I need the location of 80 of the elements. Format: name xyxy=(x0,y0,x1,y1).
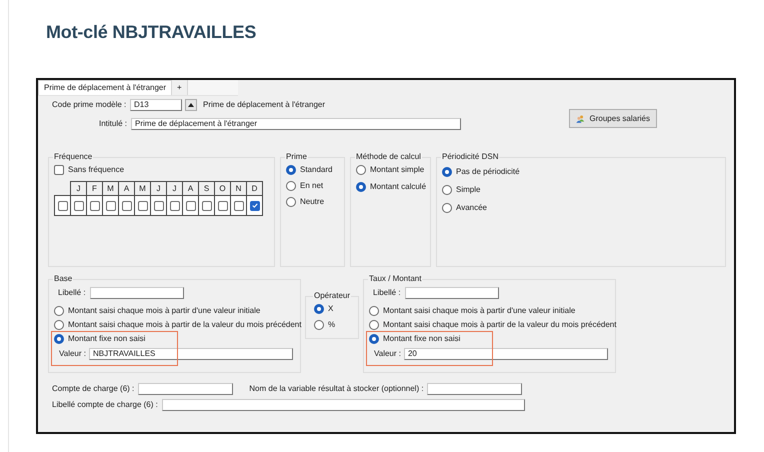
field-label: Intitulé : xyxy=(98,118,128,128)
group-title: Taux / Montant xyxy=(368,274,422,284)
title-field[interactable]: Prime de déplacement à l'étranger xyxy=(131,118,461,130)
radio-label: Montant fixe non saisi xyxy=(383,334,460,344)
field-label: Compte de charge (6) : xyxy=(52,384,134,394)
account-field[interactable] xyxy=(138,382,234,394)
code-description: Prime de déplacement à l'étranger xyxy=(203,100,326,110)
radio-button[interactable] xyxy=(356,182,366,192)
checkbox[interactable] xyxy=(202,200,212,210)
field-label: Libellé : xyxy=(372,288,402,298)
checkbox[interactable] xyxy=(122,200,132,210)
radio-button[interactable] xyxy=(286,181,296,191)
checkbox[interactable] xyxy=(218,200,228,210)
groups-button[interactable]: Groupes salariés xyxy=(569,109,657,128)
checkbox-label: Sans fréquence xyxy=(68,165,124,175)
radio-label: Pas de périodicité xyxy=(456,167,520,177)
radio-label: Avancée xyxy=(456,203,487,213)
radio-button[interactable] xyxy=(286,165,296,175)
radio-button[interactable] xyxy=(369,320,379,330)
radio-button[interactable] xyxy=(54,306,64,316)
radio-label: Montant saisi chaque mois à partir d'une valeur initiale xyxy=(383,306,576,316)
radio-label: Montant fixe non saisi xyxy=(68,334,146,344)
radio-label: Neutre xyxy=(300,197,324,207)
value-field[interactable]: 20 xyxy=(404,348,608,360)
group-title: Prime xyxy=(285,152,308,162)
radio-label: Montant saisi chaque mois à partir de la valeur du mois précédent xyxy=(68,320,302,330)
radio-label: Montant saisi chaque mois à partir d'une valeur initiale xyxy=(68,306,260,316)
group-title: Base xyxy=(53,274,74,284)
field-label: Libellé : xyxy=(57,288,87,298)
tab[interactable]: Prime de déplacement à l'étranger xyxy=(38,80,172,95)
checkbox[interactable] xyxy=(106,200,116,210)
label-field[interactable] xyxy=(90,286,184,298)
users-icon xyxy=(576,112,585,124)
radio-label: % xyxy=(328,320,336,330)
radio-button[interactable] xyxy=(442,167,452,177)
spin-button[interactable] xyxy=(185,98,197,110)
radio-button[interactable] xyxy=(314,320,324,330)
group-title: Périodicité DSN xyxy=(441,152,500,162)
tab[interactable]: + xyxy=(172,80,188,95)
field-label: Valeur : xyxy=(373,348,402,358)
group-title: Opérateur xyxy=(313,291,352,301)
field-label: Valeur : xyxy=(58,348,87,358)
variable-field[interactable] xyxy=(426,382,522,394)
checkbox[interactable] xyxy=(154,200,164,210)
group-title: Fréquence xyxy=(53,152,94,162)
up-arrow-icon xyxy=(188,102,194,106)
radio-button[interactable] xyxy=(286,197,296,207)
radio-button[interactable] xyxy=(442,203,452,213)
radio-button[interactable] xyxy=(369,334,379,344)
radio-button[interactable] xyxy=(54,334,64,344)
checkbox[interactable] xyxy=(234,200,244,210)
radio-label: Montant calculé xyxy=(370,182,426,192)
value-field[interactable]: NBJTRAVAILLES xyxy=(88,348,293,360)
checkbox[interactable] xyxy=(170,200,180,210)
page-title: Mot-clé NBJTRAVAILLES xyxy=(46,21,258,43)
radio-button[interactable] xyxy=(369,306,379,316)
radio-button[interactable] xyxy=(54,320,64,330)
label-field[interactable] xyxy=(404,286,499,298)
checkbox[interactable] xyxy=(54,165,64,175)
radio-label: Montant saisi chaque mois à partir de la valeur du mois précédent xyxy=(383,320,616,330)
radio-label: Simple xyxy=(456,185,480,195)
radio-button[interactable] xyxy=(314,304,324,314)
checkbox[interactable] xyxy=(58,200,68,210)
radio-label: X xyxy=(328,304,334,314)
field-label: Nom de la variable résultat à stocker (optionnel) : xyxy=(249,384,424,394)
account-label-field[interactable] xyxy=(162,398,525,410)
code-field[interactable]: D13 xyxy=(130,98,182,110)
radio-label: Montant simple xyxy=(370,165,424,175)
radio-label: En net xyxy=(300,181,324,191)
checkbox[interactable] xyxy=(74,200,84,210)
group-title: Méthode de calcul xyxy=(355,152,422,162)
radio-label: Standard xyxy=(300,165,332,175)
radio-button[interactable] xyxy=(442,185,452,195)
checkbox[interactable] xyxy=(90,200,100,210)
radio-button[interactable] xyxy=(356,165,366,175)
checkbox[interactable] xyxy=(250,200,260,210)
field-label: Libellé compte de charge (6) : xyxy=(52,400,158,410)
checkbox[interactable] xyxy=(186,200,196,210)
checkbox[interactable] xyxy=(138,200,148,210)
field-label: Code prime modèle : xyxy=(52,100,128,110)
